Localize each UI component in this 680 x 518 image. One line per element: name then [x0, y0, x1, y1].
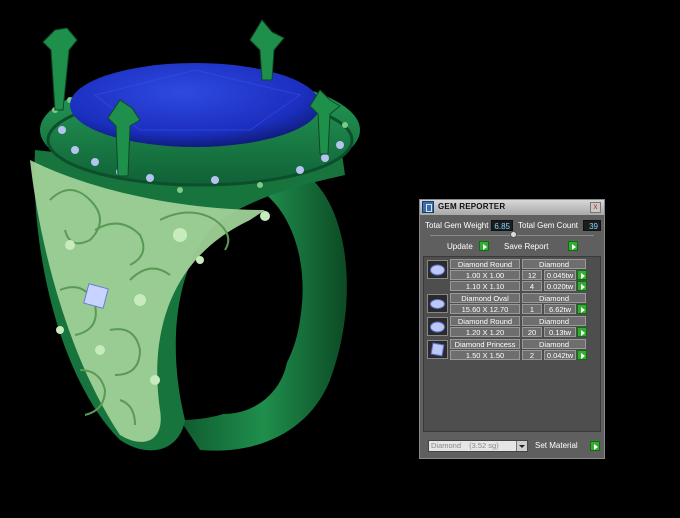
play-icon — [479, 241, 489, 251]
gem-count: 4 — [522, 281, 542, 291]
gem-weight: 6.62tw — [544, 304, 576, 314]
gem-weight: 0.13tw — [544, 327, 576, 337]
gem-group[interactable]: Diamond Round Diamond 1.00 X 1.00 12 0.0… — [426, 259, 600, 291]
panel-title: GEM REPORTER — [438, 202, 506, 211]
gem-size: 1.50 X 1.50 — [450, 350, 520, 360]
slider-handle[interactable] — [510, 231, 517, 238]
select-gem-icon[interactable] — [577, 281, 587, 291]
gem-weight: 0.045tw — [544, 270, 576, 280]
gem-material: Diamond — [522, 339, 586, 349]
material-density: (3.52 sg) — [469, 441, 499, 450]
set-material-button[interactable]: Set Material — [535, 440, 600, 452]
panel-titlebar[interactable]: GEM REPORTER x — [420, 200, 604, 215]
gem-weight: 0.042tw — [544, 350, 576, 360]
gem-size: 1.10 X 1.10 — [450, 281, 520, 291]
gem-name: Diamond Oval — [450, 293, 520, 303]
update-button[interactable]: Update — [447, 240, 489, 253]
set-material-label: Set Material — [535, 441, 578, 450]
update-label: Update — [447, 242, 473, 251]
gem-name: Diamond Round — [450, 259, 520, 269]
play-icon — [590, 441, 600, 451]
gem-name: Diamond Round — [450, 316, 520, 326]
round-gem-thumbnail — [427, 317, 448, 336]
play-icon — [568, 241, 578, 251]
save-report-button[interactable]: Save Report — [504, 240, 578, 253]
gem-group[interactable]: Diamond Oval Diamond 15.60 X 12.70 1 6.6… — [426, 293, 600, 314]
gem-list[interactable]: Diamond Round Diamond 1.00 X 1.00 12 0.0… — [423, 256, 601, 432]
gem-size: 1.00 X 1.00 — [450, 270, 520, 280]
gem-reporter-panel: GEM REPORTER x Total Gem Weight 6.85 Tot… — [419, 199, 605, 459]
select-gem-icon[interactable] — [577, 350, 587, 360]
gem-weight: 0.020tw — [544, 281, 576, 291]
gem-material: Diamond — [522, 259, 586, 269]
ring-model — [30, 19, 360, 451]
gem-group[interactable]: Diamond Round Diamond 1.20 X 1.20 20 0.1… — [426, 316, 600, 337]
close-icon[interactable]: x — [590, 202, 601, 213]
total-count-value: 39 — [583, 220, 601, 231]
material-bar: Diamond (3.52 sg) Set Material — [423, 438, 603, 454]
gem-count: 12 — [522, 270, 542, 280]
gem-count: 1 — [522, 304, 542, 314]
gem-size: 15.60 X 12.70 — [450, 304, 520, 314]
total-weight-value: 6.85 — [491, 220, 513, 231]
total-count-label: Total Gem Count — [518, 221, 579, 230]
select-gem-icon[interactable] — [577, 327, 587, 337]
gem-group[interactable]: Diamond Princess Diamond 1.50 X 1.50 2 0… — [426, 339, 600, 360]
gem-count: 20 — [522, 327, 542, 337]
save-report-label: Save Report — [504, 242, 549, 251]
oval-gem-thumbnail — [427, 294, 448, 313]
princess-gem-thumbnail — [427, 340, 448, 359]
gem-material: Diamond — [522, 293, 586, 303]
select-gem-icon[interactable] — [577, 304, 587, 314]
select-gem-icon[interactable] — [577, 270, 587, 280]
gem-size: 1.20 X 1.20 — [450, 327, 520, 337]
gem-name: Diamond Princess — [450, 339, 520, 349]
total-weight-label: Total Gem Weight — [425, 221, 489, 230]
gem-reporter-icon — [422, 201, 434, 213]
material-select[interactable]: Diamond (3.52 sg) — [428, 440, 528, 452]
gem-material: Diamond — [522, 316, 586, 326]
gem-count: 2 — [522, 350, 542, 360]
chevron-down-icon — [516, 441, 527, 451]
material-value: Diamond — [431, 441, 462, 450]
round-gem-thumbnail — [427, 260, 448, 279]
